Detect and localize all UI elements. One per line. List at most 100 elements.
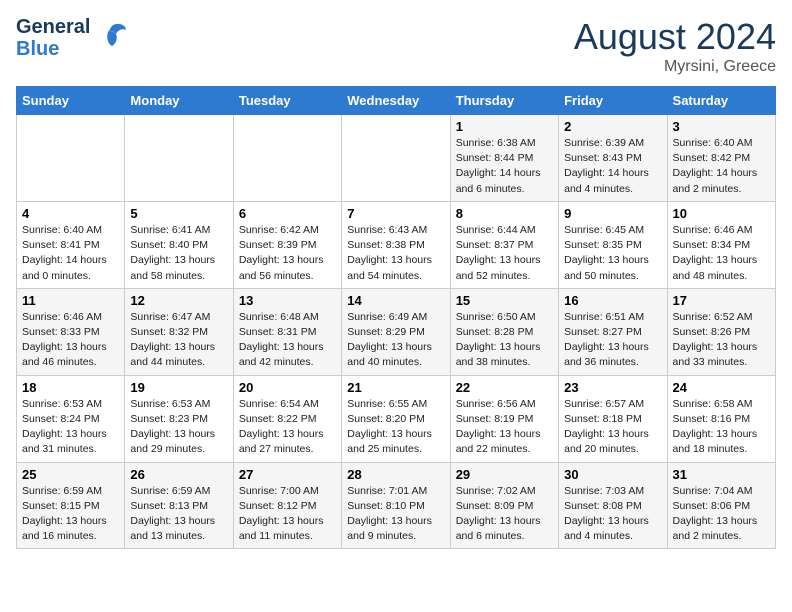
- calendar-cell: 30 Sunrise: 7:03 AM Sunset: 8:08 PM Dayli…: [559, 462, 667, 549]
- header-monday: Monday: [125, 87, 233, 115]
- day-info: Sunrise: 6:39 AM Sunset: 8:43 PM Dayligh…: [564, 136, 661, 197]
- day-number: 23: [564, 380, 661, 395]
- calendar-cell: 25 Sunrise: 6:59 AM Sunset: 8:15 PM Dayli…: [17, 462, 125, 549]
- day-number: 12: [130, 293, 227, 308]
- header-tuesday: Tuesday: [233, 87, 341, 115]
- day-info: Sunrise: 6:53 AM Sunset: 8:24 PM Dayligh…: [22, 397, 119, 458]
- calendar-cell: 15Sunrise: 6:50 AM Sunset: 8:28 PM Dayli…: [450, 288, 558, 375]
- day-number: 13: [239, 293, 336, 308]
- logo-line1: General: [16, 16, 90, 38]
- calendar-week-row: 4Sunrise: 6:40 AM Sunset: 8:41 PM Daylig…: [17, 201, 776, 288]
- day-info: Sunrise: 6:58 AM Sunset: 8:16 PM Dayligh…: [673, 397, 770, 458]
- day-info: Sunrise: 6:55 AM Sunset: 8:20 PM Dayligh…: [347, 397, 444, 458]
- calendar-week-row: 25 Sunrise: 6:59 AM Sunset: 8:15 PM Dayli…: [17, 462, 776, 549]
- calendar-cell: [17, 115, 125, 202]
- calendar-cell: 18 Sunrise: 6:53 AM Sunset: 8:24 PM Dayli…: [17, 375, 125, 462]
- day-number: 10: [673, 206, 770, 221]
- location: Myrsini, Greece: [574, 58, 776, 76]
- day-info: Sunrise: 6:44 AM Sunset: 8:37 PM Dayligh…: [456, 223, 553, 284]
- day-number: 16: [564, 293, 661, 308]
- day-number: 8: [456, 206, 553, 221]
- calendar-cell: 9 Sunrise: 6:45 AM Sunset: 8:35 PM Daylig…: [559, 201, 667, 288]
- calendar-week-row: 18 Sunrise: 6:53 AM Sunset: 8:24 PM Dayli…: [17, 375, 776, 462]
- calendar-cell: 24 Sunrise: 6:58 AM Sunset: 8:16 PM Dayli…: [667, 375, 775, 462]
- header-friday: Friday: [559, 87, 667, 115]
- calendar-cell: 1Sunrise: 6:38 AM Sunset: 8:44 PM Daylig…: [450, 115, 558, 202]
- day-info: Sunrise: 6:54 AM Sunset: 8:22 PM Dayligh…: [239, 397, 336, 458]
- calendar-cell: [342, 115, 450, 202]
- day-info: Sunrise: 6:57 AM Sunset: 8:18 PM Dayligh…: [564, 397, 661, 458]
- calendar-table: SundayMondayTuesdayWednesdayThursdayFrid…: [16, 86, 776, 549]
- day-info: Sunrise: 6:59 AM Sunset: 8:15 PM Dayligh…: [22, 484, 119, 545]
- month-title: August 2024: [574, 16, 776, 58]
- day-info: Sunrise: 6:41 AM Sunset: 8:40 PM Dayligh…: [130, 223, 227, 284]
- calendar-cell: 12 Sunrise: 6:47 AM Sunset: 8:32 PM Dayli…: [125, 288, 233, 375]
- day-number: 7: [347, 206, 444, 221]
- calendar-cell: 7 Sunrise: 6:43 AM Sunset: 8:38 PM Daylig…: [342, 201, 450, 288]
- day-info: Sunrise: 7:01 AM Sunset: 8:10 PM Dayligh…: [347, 484, 444, 545]
- calendar-week-row: 11 Sunrise: 6:46 AM Sunset: 8:33 PM Dayli…: [17, 288, 776, 375]
- day-number: 27: [239, 467, 336, 482]
- day-number: 17: [673, 293, 770, 308]
- day-info: Sunrise: 6:45 AM Sunset: 8:35 PM Dayligh…: [564, 223, 661, 284]
- day-number: 28: [347, 467, 444, 482]
- day-number: 6: [239, 206, 336, 221]
- calendar-cell: 6 Sunrise: 6:42 AM Sunset: 8:39 PM Daylig…: [233, 201, 341, 288]
- page-header: General Blue August 2024 Myrsini, Greece: [16, 16, 776, 76]
- day-info: Sunrise: 6:47 AM Sunset: 8:32 PM Dayligh…: [130, 310, 227, 371]
- day-info: Sunrise: 6:59 AM Sunset: 8:13 PM Dayligh…: [130, 484, 227, 545]
- calendar-cell: 13Sunrise: 6:48 AM Sunset: 8:31 PM Dayli…: [233, 288, 341, 375]
- day-number: 3: [673, 119, 770, 134]
- day-number: 14: [347, 293, 444, 308]
- day-info: Sunrise: 6:51 AM Sunset: 8:27 PM Dayligh…: [564, 310, 661, 371]
- calendar-cell: 3 Sunrise: 6:40 AM Sunset: 8:42 PM Daylig…: [667, 115, 775, 202]
- day-number: 9: [564, 206, 661, 221]
- day-number: 22: [456, 380, 553, 395]
- day-number: 2: [564, 119, 661, 134]
- logo: General Blue: [16, 16, 128, 60]
- day-info: Sunrise: 7:02 AM Sunset: 8:09 PM Dayligh…: [456, 484, 553, 545]
- day-number: 25: [22, 467, 119, 482]
- day-number: 20: [239, 380, 336, 395]
- day-info: Sunrise: 6:50 AM Sunset: 8:28 PM Dayligh…: [456, 310, 553, 371]
- calendar-cell: 26 Sunrise: 6:59 AM Sunset: 8:13 PM Dayli…: [125, 462, 233, 549]
- calendar-cell: [125, 115, 233, 202]
- day-info: Sunrise: 6:53 AM Sunset: 8:23 PM Dayligh…: [130, 397, 227, 458]
- header-saturday: Saturday: [667, 87, 775, 115]
- day-info: Sunrise: 6:40 AM Sunset: 8:42 PM Dayligh…: [673, 136, 770, 197]
- day-info: Sunrise: 6:56 AM Sunset: 8:19 PM Dayligh…: [456, 397, 553, 458]
- calendar-cell: 23 Sunrise: 6:57 AM Sunset: 8:18 PM Dayli…: [559, 375, 667, 462]
- day-info: Sunrise: 6:42 AM Sunset: 8:39 PM Dayligh…: [239, 223, 336, 284]
- header-wednesday: Wednesday: [342, 87, 450, 115]
- day-number: 19: [130, 380, 227, 395]
- calendar-cell: 22 Sunrise: 6:56 AM Sunset: 8:19 PM Dayli…: [450, 375, 558, 462]
- header-sunday: Sunday: [17, 87, 125, 115]
- title-block: August 2024 Myrsini, Greece: [574, 16, 776, 76]
- calendar-cell: 19 Sunrise: 6:53 AM Sunset: 8:23 PM Dayli…: [125, 375, 233, 462]
- calendar-week-row: 1Sunrise: 6:38 AM Sunset: 8:44 PM Daylig…: [17, 115, 776, 202]
- day-info: Sunrise: 6:46 AM Sunset: 8:33 PM Dayligh…: [22, 310, 119, 371]
- day-info: Sunrise: 7:03 AM Sunset: 8:08 PM Dayligh…: [564, 484, 661, 545]
- day-number: 30: [564, 467, 661, 482]
- calendar-cell: 5Sunrise: 6:41 AM Sunset: 8:40 PM Daylig…: [125, 201, 233, 288]
- day-number: 21: [347, 380, 444, 395]
- day-number: 11: [22, 293, 119, 308]
- day-info: Sunrise: 6:43 AM Sunset: 8:38 PM Dayligh…: [347, 223, 444, 284]
- day-number: 29: [456, 467, 553, 482]
- logo-bird-icon: [96, 22, 128, 55]
- calendar-cell: 28 Sunrise: 7:01 AM Sunset: 8:10 PM Dayli…: [342, 462, 450, 549]
- day-info: Sunrise: 6:46 AM Sunset: 8:34 PM Dayligh…: [673, 223, 770, 284]
- calendar-cell: 20 Sunrise: 6:54 AM Sunset: 8:22 PM Dayli…: [233, 375, 341, 462]
- day-info: Sunrise: 6:49 AM Sunset: 8:29 PM Dayligh…: [347, 310, 444, 371]
- day-number: 26: [130, 467, 227, 482]
- day-info: Sunrise: 6:38 AM Sunset: 8:44 PM Dayligh…: [456, 136, 553, 197]
- calendar-cell: 21 Sunrise: 6:55 AM Sunset: 8:20 PM Dayli…: [342, 375, 450, 462]
- day-info: Sunrise: 7:04 AM Sunset: 8:06 PM Dayligh…: [673, 484, 770, 545]
- calendar-cell: [233, 115, 341, 202]
- logo-line2: Blue: [16, 38, 90, 60]
- calendar-cell: 14 Sunrise: 6:49 AM Sunset: 8:29 PM Dayli…: [342, 288, 450, 375]
- calendar-cell: 8 Sunrise: 6:44 AM Sunset: 8:37 PM Daylig…: [450, 201, 558, 288]
- day-number: 18: [22, 380, 119, 395]
- day-number: 24: [673, 380, 770, 395]
- calendar-cell: 16 Sunrise: 6:51 AM Sunset: 8:27 PM Dayli…: [559, 288, 667, 375]
